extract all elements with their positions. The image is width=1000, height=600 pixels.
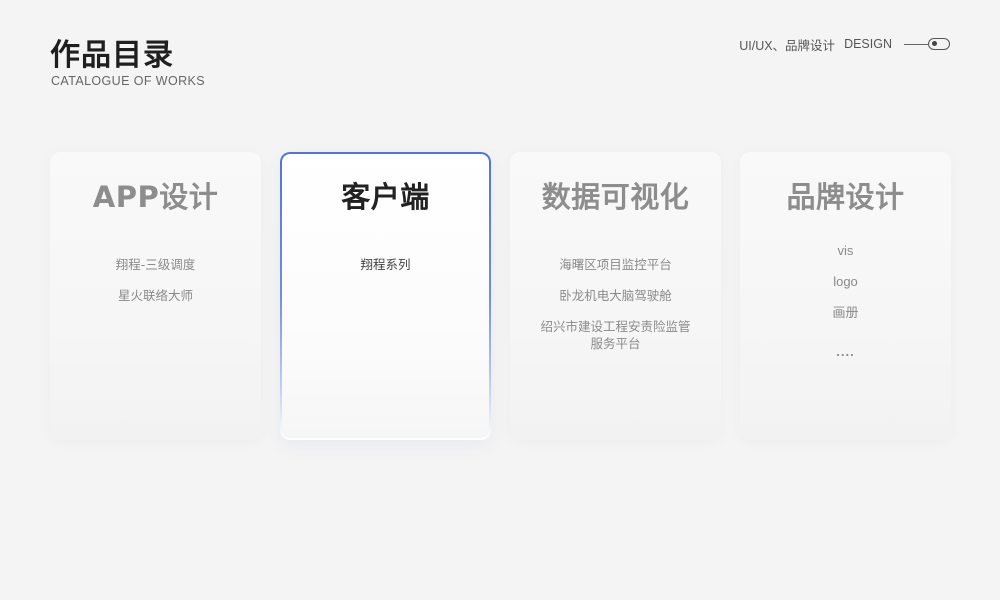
card-item[interactable]: 海曙区项目监控平台 xyxy=(510,256,721,273)
card-item[interactable]: logo xyxy=(740,273,951,290)
card-item[interactable]: 星火联络大师 xyxy=(50,287,261,304)
card-title: 品牌设计 xyxy=(786,180,905,214)
card-data-visualization[interactable]: 数据可视化 海曙区项目监控平台 卧龙机电大脑驾驶舱 绍兴市建设工程安责险监管服务… xyxy=(510,152,721,440)
header-tag: UI/UX、品牌设计 xyxy=(739,38,836,53)
page-subtitle: CATALOGUE OF WORKS xyxy=(51,74,205,88)
card-item[interactable]: 画册 xyxy=(740,304,951,321)
card-client[interactable]: 客户端 翔程系列 xyxy=(280,152,491,440)
card-title: 客户端 xyxy=(341,180,430,214)
card-brand-design[interactable]: 品牌设计 vis logo 画册 .... xyxy=(740,152,951,440)
card-title: 数据可视化 xyxy=(541,180,690,214)
card-item-more[interactable]: .... xyxy=(740,343,951,360)
card-item-list: 海曙区项目监控平台 卧龙机电大脑驾驶舱 绍兴市建设工程安责险监管服务平台 xyxy=(510,256,721,352)
card-item[interactable]: 绍兴市建设工程安责险监管服务平台 xyxy=(541,318,691,352)
toggle-knob xyxy=(932,41,937,47)
header-tag-design: DESIGN xyxy=(844,37,892,51)
toggle-switch[interactable] xyxy=(928,38,950,50)
card-item-list: vis logo 画册 .... xyxy=(740,242,951,360)
toggle-icon[interactable] xyxy=(904,38,950,50)
card-item[interactable]: 翔程系列 xyxy=(282,256,489,273)
card-title: APP设计 xyxy=(92,180,219,214)
card-app-design[interactable]: APP设计 翔程-三级调度 星火联络大师 xyxy=(50,152,261,440)
card-item[interactable]: 翔程-三级调度 xyxy=(50,256,261,273)
toggle-line xyxy=(904,43,928,45)
card-item-list: 翔程系列 xyxy=(282,256,489,273)
page-title: 作品目录 xyxy=(50,38,174,73)
card-item-list: 翔程-三级调度 星火联络大师 xyxy=(50,256,261,304)
card-item[interactable]: vis xyxy=(740,242,951,259)
catalogue-page: 作品目录 CATALOGUE OF WORKS UI/UX、品牌设计 DESIG… xyxy=(0,0,1000,600)
card-item[interactable]: 卧龙机电大脑驾驶舱 xyxy=(510,287,721,304)
header-tags: UI/UX、品牌设计 DESIGN xyxy=(739,36,950,53)
